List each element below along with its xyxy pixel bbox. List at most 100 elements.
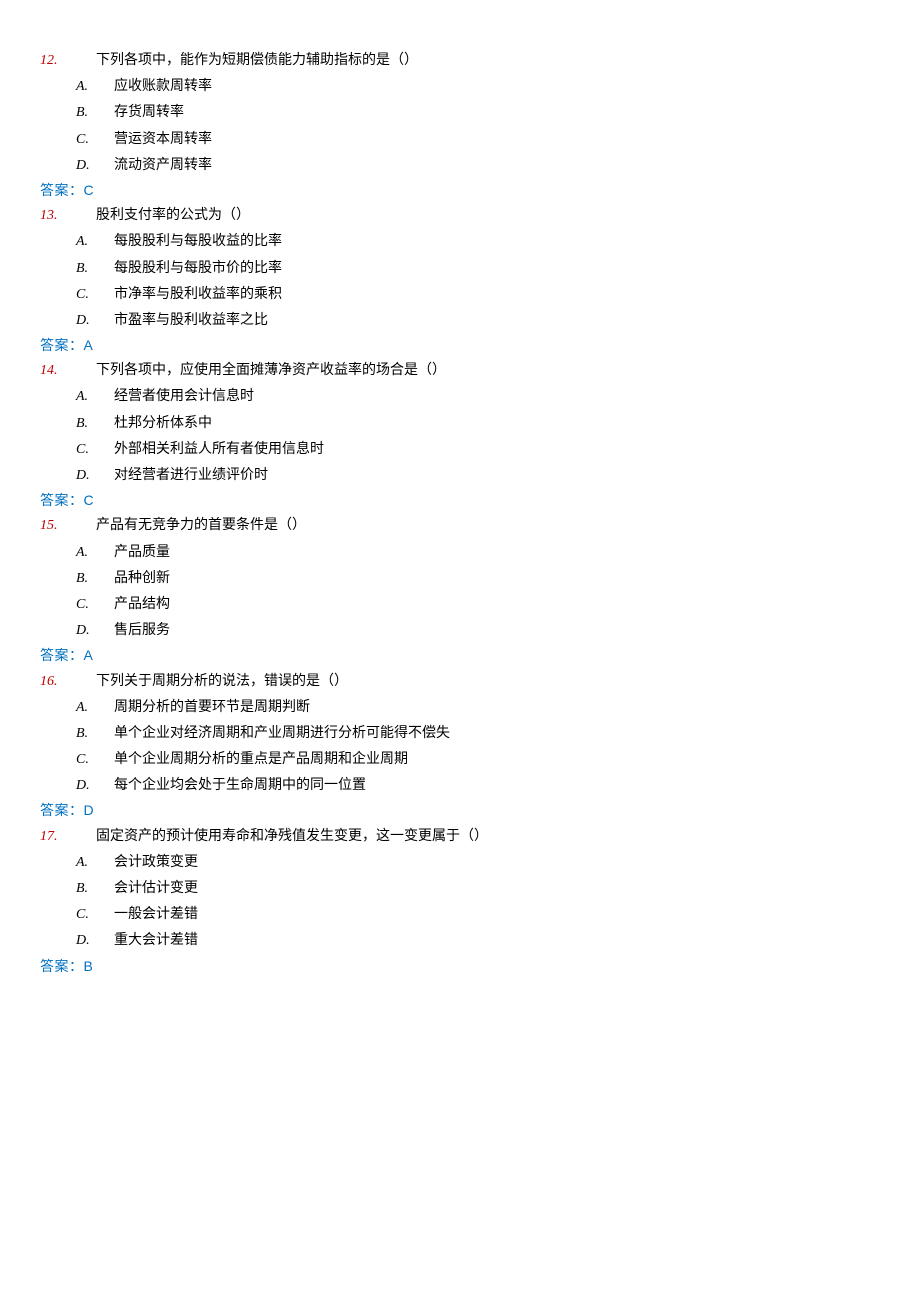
question-number: 15. [40,517,96,535]
option-letter: C. [76,906,114,924]
option-row: C.外部相关利益人所有者使用信息时 [40,439,880,459]
question-block: 14.下列各项中，应使用全面摊薄净资产收益率的场合是（） A.经营者使用会计信息时… [40,360,880,509]
question-header: 12.下列各项中，能作为短期偿债能力辅助指标的是（） [40,50,880,70]
question-header: 17.固定资产的预计使用寿命和净残值发生变更，这一变更属于（） [40,826,880,846]
option-text: 每股股利与每股市价的比率 [114,258,282,276]
option-letter: D. [76,932,114,950]
option-text: 存货周转率 [114,102,184,120]
option-letter: D. [76,777,114,795]
question-header: 15.产品有无竞争力的首要条件是（） [40,515,880,535]
option-text: 杜邦分析体系中 [114,413,212,431]
option-letter: B. [76,725,114,743]
option-row: D.每个企业均会处于生命周期中的同一位置 [40,775,880,795]
option-text: 市盈率与股利收益率之比 [114,310,268,328]
option-text: 会计政策变更 [114,852,198,870]
question-number: 13. [40,207,96,225]
option-row: C.营运资本周转率 [40,129,880,149]
option-text: 流动资产周转率 [114,155,212,173]
option-row: A.产品质量 [40,542,880,562]
answer-prefix: 答案： [40,337,84,353]
answer-value: A [84,647,94,663]
option-letter: A. [76,699,114,717]
option-text: 单个企业对经济周期和产业周期进行分析可能得不偿失 [114,723,450,741]
option-row: C.市净率与股利收益率的乘积 [40,284,880,304]
option-letter: B. [76,260,114,278]
option-letter: D. [76,312,114,330]
question-number: 12. [40,52,96,70]
option-text: 营运资本周转率 [114,129,212,147]
answer-line: 答案：A [40,646,880,664]
answer-prefix: 答案： [40,647,84,663]
option-text: 每个企业均会处于生命周期中的同一位置 [114,775,366,793]
question-text: 下列各项中，应使用全面摊薄净资产收益率的场合是（） [96,360,446,378]
option-letter: B. [76,104,114,122]
option-letter: B. [76,880,114,898]
question-number: 16. [40,673,96,691]
exam-content: 12.下列各项中，能作为短期偿债能力辅助指标的是（）A.应收账款周转率B.存货周… [40,50,880,975]
option-text: 售后服务 [114,620,170,638]
option-letter: A. [76,388,114,406]
option-letter: A. [76,78,114,96]
option-letter: B. [76,570,114,588]
option-letter: C. [76,286,114,304]
option-letter: D. [76,467,114,485]
option-text: 外部相关利益人所有者使用信息时 [114,439,324,457]
option-row: B.杜邦分析体系中 [40,413,880,433]
answer-prefix: 答案： [40,958,84,974]
option-row: A.周期分析的首要环节是周期判断 [40,697,880,717]
question-text: 下列各项中，能作为短期偿债能力辅助指标的是（） [96,50,418,68]
answer-line: 答案：B [40,957,880,975]
question-number: 14. [40,362,96,380]
question-text: 股利支付率的公式为（） [96,205,250,223]
question-block: 15.产品有无竞争力的首要条件是（）A.产品质量B.品种创新C.产品结构D.售后… [40,515,880,664]
answer-value: C [84,182,95,198]
answer-prefix: 答案： [40,182,84,198]
option-row: C.单个企业周期分析的重点是产品周期和企业周期 [40,749,880,769]
option-row: A.经营者使用会计信息时 [40,386,880,406]
question-block: 16.下列关于周期分析的说法，错误的是（）A.周期分析的首要环节是周期判断B.单… [40,671,880,820]
option-letter: B. [76,415,114,433]
option-text: 一般会计差错 [114,904,198,922]
option-letter: C. [76,596,114,614]
option-text: 经营者使用会计信息时 [114,386,254,404]
answer-line: 答案：A [40,336,880,354]
answer-value: D [84,802,95,818]
question-block: 12.下列各项中，能作为短期偿债能力辅助指标的是（）A.应收账款周转率B.存货周… [40,50,880,199]
option-row: D.流动资产周转率 [40,155,880,175]
option-row: D.售后服务 [40,620,880,640]
option-letter: C. [76,751,114,769]
option-row: D.市盈率与股利收益率之比 [40,310,880,330]
answer-prefix: 答案： [40,492,84,508]
option-text: 应收账款周转率 [114,76,212,94]
question-text: 固定资产的预计使用寿命和净残值发生变更，这一变更属于（） [96,826,488,844]
option-letter: A. [76,854,114,872]
option-row: C.一般会计差错 [40,904,880,924]
option-text: 会计估计变更 [114,878,198,896]
option-row: A.每股股利与每股收益的比率 [40,231,880,251]
answer-line: 答案：D [40,801,880,819]
question-header: 16.下列关于周期分析的说法，错误的是（） [40,671,880,691]
option-text: 产品质量 [114,542,170,560]
answer-prefix: 答案： [40,802,84,818]
option-letter: D. [76,622,114,640]
option-row: A.应收账款周转率 [40,76,880,96]
option-row: D.重大会计差错 [40,930,880,950]
option-row: B.单个企业对经济周期和产业周期进行分析可能得不偿失 [40,723,880,743]
answer-line: 答案：C [40,491,880,509]
option-text: 品种创新 [114,568,170,586]
option-text: 市净率与股利收益率的乘积 [114,284,282,302]
option-row: C.产品结构 [40,594,880,614]
option-row: B.每股股利与每股市价的比率 [40,258,880,278]
option-text: 周期分析的首要环节是周期判断 [114,697,310,715]
option-letter: C. [76,441,114,459]
question-text: 下列关于周期分析的说法，错误的是（） [96,671,348,689]
option-row: B.会计估计变更 [40,878,880,898]
option-text: 产品结构 [114,594,170,612]
answer-value: B [84,958,94,974]
answer-value: A [84,337,94,353]
option-letter: D. [76,157,114,175]
question-block: 13.股利支付率的公式为（） A.每股股利与每股收益的比率 B.每股股利与每股市价的… [40,205,880,354]
question-number: 17. [40,828,96,846]
option-letter: A. [76,233,114,251]
option-letter: A. [76,544,114,562]
